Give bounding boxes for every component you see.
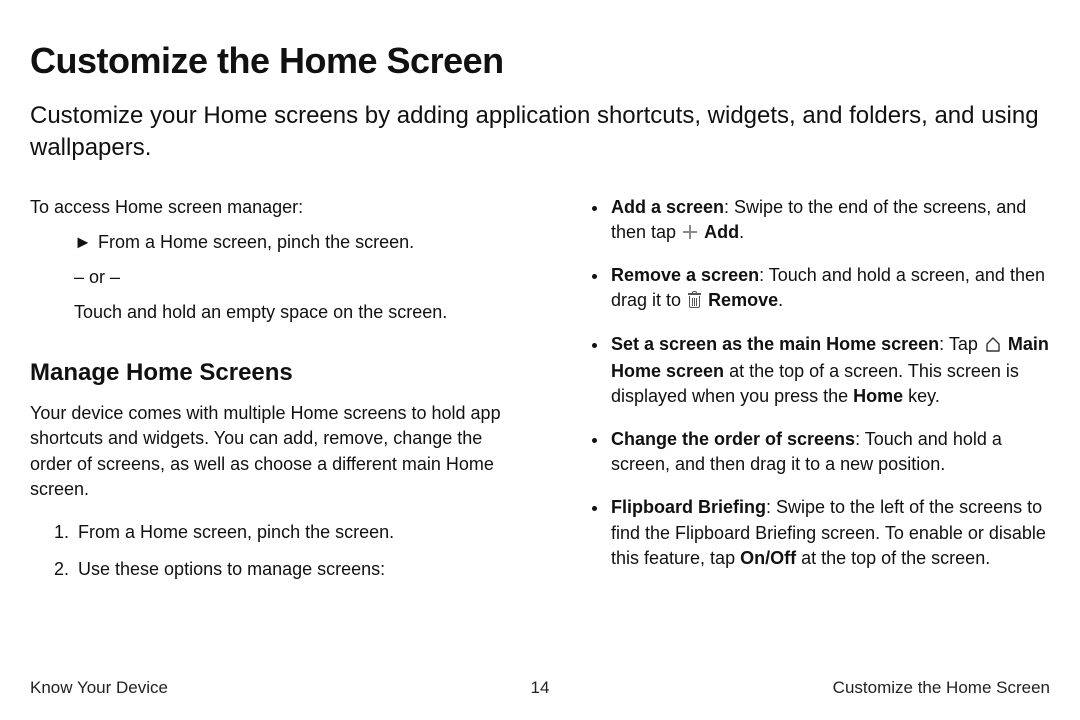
option-remove-screen: Remove a screen: Touch and hold a screen… [609, 263, 1050, 313]
left-column: To access Home screen manager: ► From a … [30, 195, 515, 594]
option-text-post: key. [903, 386, 940, 406]
document-page: Customize the Home Screen Customize your… [0, 0, 1080, 720]
option-main-home-screen: Set a screen as the main Home screen: Ta… [609, 332, 1050, 410]
option-label: Add a screen [611, 197, 724, 217]
option-text-post: . [778, 290, 783, 310]
option-text-post: at the top of the screen. [796, 548, 990, 568]
access-lead: To access Home screen manager: [30, 195, 515, 220]
option-flipboard: Flipboard Briefing: Swipe to the left of… [609, 495, 1050, 571]
manage-step-1: From a Home screen, pinch the screen. [74, 520, 515, 545]
two-column-layout: To access Home screen manager: ► From a … [30, 195, 1050, 594]
intro-paragraph: Customize your Home screens by adding ap… [30, 100, 1050, 165]
manage-home-screens-heading: Manage Home Screens [30, 356, 515, 390]
option-label: Remove a screen [611, 265, 759, 285]
triangle-icon: ► [74, 230, 98, 255]
option-icon-label: Add [704, 222, 739, 242]
page-footer: Know Your Device 14 Customize the Home S… [30, 678, 1050, 698]
option-label: Set a screen as the main Home screen [611, 334, 939, 354]
manage-steps: From a Home screen, pinch the screen. Us… [74, 520, 515, 582]
page-title: Customize the Home Screen [30, 40, 1050, 82]
option-key: Home [853, 386, 903, 406]
options-list: Add a screen: Swipe to the end of the sc… [609, 195, 1050, 571]
manage-step-2: Use these options to manage screens: [74, 557, 515, 582]
option-label: Change the order of screens [611, 429, 855, 449]
trash-icon [688, 293, 701, 308]
option-label: Flipboard Briefing [611, 497, 766, 517]
access-alt-text: Touch and hold an empty space on the scr… [74, 300, 515, 325]
option-text-post: . [739, 222, 744, 242]
option-text-pre: : Tap [939, 334, 983, 354]
footer-page-number: 14 [30, 678, 1050, 698]
option-icon-label: Remove [708, 290, 778, 310]
or-divider: – or – [74, 265, 515, 290]
right-column: Add a screen: Swipe to the end of the sc… [565, 195, 1050, 594]
option-key: On/Off [740, 548, 796, 568]
home-icon [985, 334, 1001, 359]
access-step: ► From a Home screen, pinch the screen. [74, 230, 515, 255]
access-step-list: ► From a Home screen, pinch the screen. [74, 230, 515, 255]
manage-intro: Your device comes with multiple Home scr… [30, 401, 515, 502]
option-add-screen: Add a screen: Swipe to the end of the sc… [609, 195, 1050, 245]
access-step-text: From a Home screen, pinch the screen. [98, 230, 414, 255]
option-change-order: Change the order of screens: Touch and h… [609, 427, 1050, 477]
plus-icon [683, 225, 697, 239]
